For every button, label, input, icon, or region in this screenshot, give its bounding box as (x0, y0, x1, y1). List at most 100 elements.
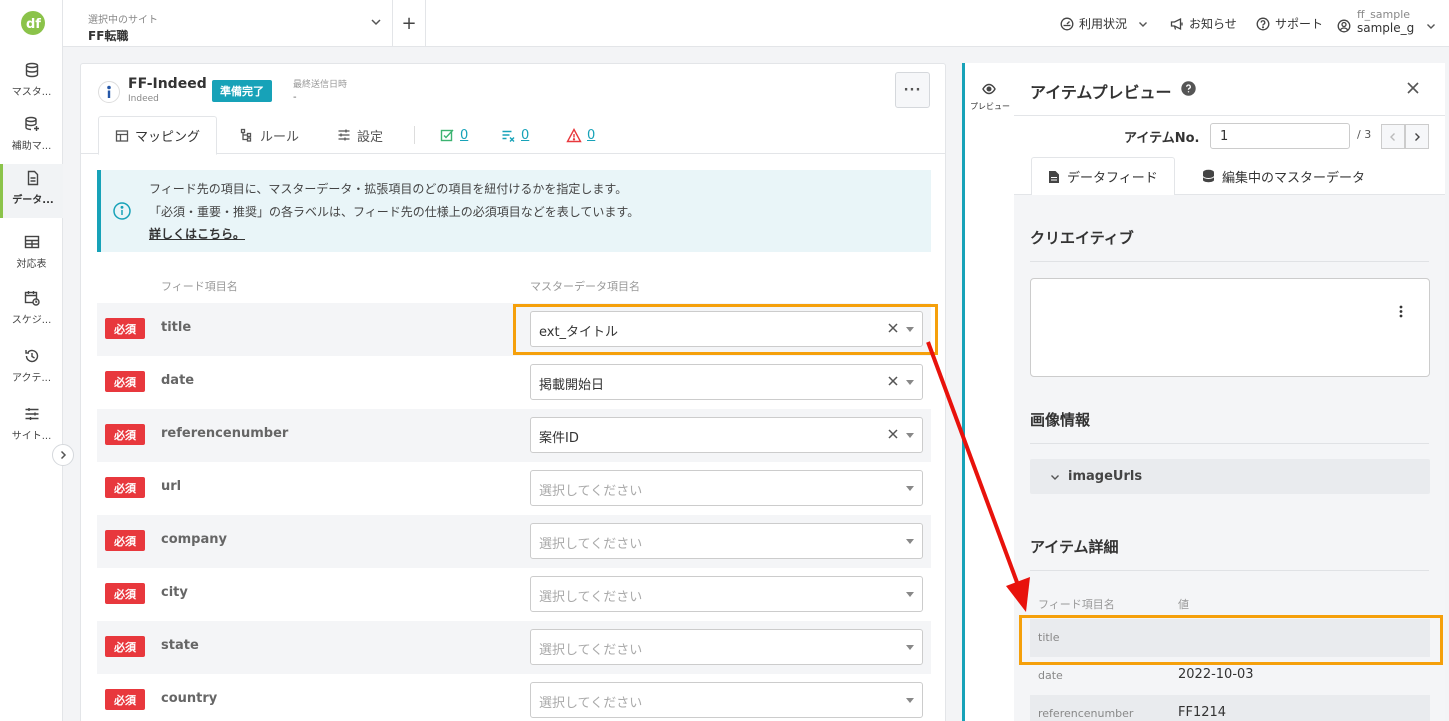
select-placeholder: 選択してください (539, 643, 643, 658)
prev-item-button[interactable] (1381, 124, 1405, 149)
feed-card: FF-Indeed Indeed 準備完了 最終送信日時 - ··· マッピング… (80, 63, 946, 721)
tab-master-data[interactable]: 編集中のマスターデータ (1186, 157, 1381, 195)
database-icon (1202, 169, 1215, 183)
select-value: 掲載開始日 (539, 378, 605, 393)
clear-icon[interactable] (887, 375, 899, 387)
required-badge: 必須 (105, 424, 145, 445)
item-preview-panel: アイテムプレビュー アイテムNo. / 3 データフィード 編集中のマスターデー… (1014, 63, 1445, 721)
sidebar-item-site-settings[interactable]: サイト... (0, 400, 63, 454)
detail-row: title (1030, 619, 1430, 657)
caret-down-icon (906, 380, 914, 385)
warning-count-link[interactable]: 0 (566, 116, 595, 154)
sidebar-item-activity[interactable]: アクテ... (0, 342, 63, 396)
detail-row: referencenumber FF1214 (1030, 695, 1430, 721)
feed-field-name: url (161, 479, 182, 494)
chevron-down-icon (1050, 472, 1060, 482)
master-field-select[interactable]: 掲載開始日 (530, 364, 923, 400)
user-menu[interactable]: ff_sample sample_g (1337, 8, 1436, 35)
section-divider (1030, 261, 1429, 262)
sidebar-item-label: マスタ... (11, 87, 52, 98)
sidebar-item-label: スケジ... (11, 315, 52, 326)
tab-label: 設定 (357, 129, 384, 145)
valid-count-link[interactable]: 0 (440, 116, 468, 154)
tab-settings[interactable]: 設定 (321, 116, 399, 154)
mapping-row: 必須 date 掲載開始日 (97, 356, 931, 409)
notice-line-1: フィード先の項目に、マスターデータ・拡張項目のどの項目を紐付けるかを指定します。 (149, 182, 628, 196)
master-field-select[interactable]: 選択してください (530, 576, 923, 612)
master-field-select[interactable]: 選択してください (530, 523, 923, 559)
history-icon (24, 348, 40, 364)
master-field-select[interactable]: 選択してください (530, 470, 923, 506)
select-value: ext_タイトル (539, 325, 619, 340)
tab-rule[interactable]: ルール (224, 116, 315, 154)
warning-icon (566, 127, 582, 143)
sidebar-item-data-feed[interactable]: データ... (0, 164, 63, 218)
feed-field-name: company (161, 532, 227, 547)
news-label: お知らせ (1189, 17, 1237, 31)
excluded-count-link[interactable]: 0 (501, 116, 529, 154)
mapping-row: 必須 company 選択してください (97, 515, 931, 568)
required-badge: 必須 (105, 318, 145, 339)
image-urls-accordion[interactable]: imageUrls (1030, 459, 1430, 494)
app-logo[interactable]: df (20, 10, 46, 36)
help-icon[interactable] (1181, 81, 1196, 96)
item-no-label: アイテムNo. (1124, 131, 1200, 146)
master-field-select[interactable]: 選択してください (530, 629, 923, 665)
sidebar-item-schedule[interactable]: スケジ... (0, 284, 63, 338)
more-options-button[interactable]: ··· (895, 72, 930, 108)
close-icon[interactable] (1406, 81, 1420, 95)
feed-field-name: date (161, 373, 195, 388)
notice-line-2: 「必須・重要・推奨」の各ラベルは、フィード先の仕様上の必須項目などを表しています… (149, 205, 640, 219)
next-item-button[interactable] (1405, 124, 1429, 149)
master-field-select[interactable]: 選択してください (530, 682, 923, 718)
mapping-row: 必須 city 選択してください (97, 568, 931, 621)
news-menu[interactable]: お知らせ (1170, 0, 1237, 47)
info-icon (113, 202, 131, 220)
preview-rail[interactable]: プレビュー (962, 63, 1014, 721)
master-field-select[interactable]: ext_タイトル (530, 311, 923, 347)
select-placeholder: 選択してください (539, 484, 643, 499)
kebab-menu-icon[interactable] (1399, 305, 1403, 318)
last-sent-label: 最終送信日時 (293, 80, 348, 90)
sliders-icon (24, 406, 40, 422)
mapping-row: 必須 state 選択してください (97, 621, 931, 674)
clear-icon[interactable] (887, 428, 899, 440)
master-field-select[interactable]: 案件ID (530, 417, 923, 453)
clear-icon[interactable] (887, 322, 899, 334)
learn-more-link[interactable]: 詳しくはこちら。 (149, 225, 245, 242)
accordion-label: imageUrls (1068, 469, 1143, 484)
caret-down-icon (906, 698, 914, 703)
site-name: FF転職 (88, 29, 129, 43)
usage-menu[interactable]: 利用状況 (1060, 0, 1148, 47)
section-divider (1030, 443, 1429, 444)
section-divider (1030, 570, 1429, 571)
user-circle-icon (1337, 19, 1351, 33)
tab-data-feed[interactable]: データフィード (1031, 157, 1175, 196)
detail-key: title (1038, 631, 1060, 644)
feed-field-name: city (161, 585, 188, 600)
top-bar: 選択中のサイト FF転職 + 利用状況 お知らせ サポート ff_sample … (63, 0, 1449, 47)
caret-down-icon (906, 433, 914, 438)
required-badge: 必須 (105, 583, 145, 604)
required-badge: 必須 (105, 477, 145, 498)
rule-icon (240, 128, 254, 142)
sidebar-item-mapping-table[interactable]: 対応表 (0, 228, 63, 282)
mapping-row: 必須 referencenumber 案件ID (97, 409, 931, 462)
sidebar-item-master[interactable]: マスタ... (0, 56, 63, 110)
calendar-clock-icon (24, 290, 40, 306)
feed-field-name: referencenumber (161, 426, 289, 441)
support-menu[interactable]: サポート (1256, 0, 1323, 47)
tab-label: 編集中のマスターデータ (1222, 170, 1366, 186)
add-site-button[interactable]: + (393, 0, 426, 47)
site-selector[interactable]: 選択中のサイト FF転職 (63, 0, 393, 47)
col-header-master-field: マスターデータ項目名 (530, 280, 640, 293)
sidebar-item-label: アクテ... (11, 373, 52, 384)
tab-mapping[interactable]: マッピング (98, 116, 218, 155)
sidebar-item-sub-master[interactable]: 補助マ... (0, 110, 63, 164)
sidebar-expand-button[interactable] (52, 444, 74, 466)
required-badge: 必須 (105, 530, 145, 551)
item-no-input[interactable] (1210, 123, 1350, 149)
caret-down-icon (906, 486, 914, 491)
required-badge: 必須 (105, 689, 145, 710)
item-detail-title: アイテム詳細 (1030, 538, 1119, 556)
